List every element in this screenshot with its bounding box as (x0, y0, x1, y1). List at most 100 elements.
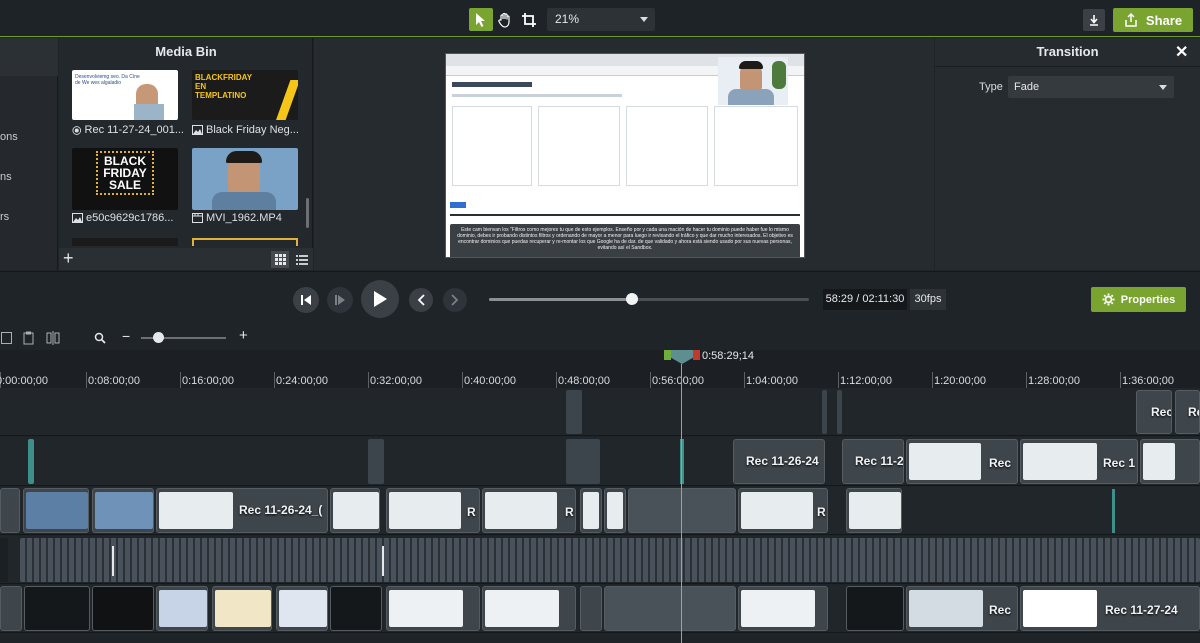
scrubber-progress (489, 298, 632, 301)
transition-type-dropdown[interactable]: Fade (1008, 76, 1174, 98)
timeline-clip[interactable]: Rec 11-2 (842, 439, 904, 484)
crop-tool-button[interactable] (517, 8, 541, 31)
transition-marker[interactable] (28, 439, 34, 484)
sidebar-item-transitions[interactable]: ns (0, 171, 12, 183)
timeline-clip[interactable] (580, 586, 602, 631)
track-edge (0, 538, 8, 582)
media-item[interactable]: BLACKFRIDAY EN TEMPLATINO Black Friday N… (192, 70, 304, 136)
timeline-clip[interactable] (386, 586, 480, 631)
media-item-label: Black Friday Neg... (206, 124, 299, 136)
previous-clip-button[interactable] (409, 288, 433, 312)
clip-label: Re (1188, 405, 1199, 419)
add-media-icon[interactable]: + (63, 249, 74, 267)
timeline-clip[interactable] (482, 586, 576, 631)
timeline-track[interactable]: Rec 11-26-24 Rec 11-2 Rec Rec 1 (0, 437, 1200, 486)
paste-icon[interactable] (23, 331, 35, 345)
timeline-clip[interactable]: R (482, 488, 576, 533)
video-preview[interactable]: Este cam bienvan los "Filtros como mejor… (445, 53, 805, 258)
ruler-tick-label: 0:56:00;00 (652, 375, 704, 387)
media-thumbnail-partial[interactable] (72, 238, 178, 246)
timeline-clip[interactable] (276, 586, 328, 631)
timeline-clip[interactable]: Rec (906, 439, 1018, 484)
timeline-clip[interactable] (23, 488, 89, 533)
timeline-clip[interactable] (628, 488, 736, 533)
zoom-dropdown[interactable]: 21% (547, 8, 655, 31)
previous-frame-button[interactable] (293, 287, 319, 313)
timeline-clip[interactable] (92, 586, 154, 631)
timeline-track[interactable] (0, 536, 1200, 584)
export-download-button[interactable] (1083, 9, 1105, 31)
timeline-clip[interactable] (604, 586, 736, 631)
copy-icon[interactable] (1, 332, 12, 344)
split-icon[interactable] (46, 331, 60, 345)
play-button[interactable] (361, 280, 399, 318)
timeline-track[interactable]: Rec 11-26-24_( R R R (0, 487, 1200, 535)
ruler-tick-label: 0:08:00;00 (88, 375, 140, 387)
list-view-button[interactable] (293, 251, 311, 268)
timeline-clip[interactable] (212, 586, 272, 631)
timeline-clip[interactable]: Re (1175, 390, 1200, 434)
media-bin-scrollbar[interactable] (306, 198, 309, 228)
timeline-clip[interactable] (330, 586, 382, 631)
timeline-clip[interactable] (0, 488, 20, 533)
select-tool-button[interactable] (469, 8, 493, 31)
timeline-clip[interactable]: Rec (1136, 390, 1172, 434)
media-item[interactable]: BLACK FRIDAY SALE e50c9629c1786... (72, 148, 184, 224)
timeline-clip-group[interactable] (20, 538, 1200, 582)
timeline-zoom-handle[interactable] (153, 332, 164, 343)
properties-button[interactable]: Properties (1091, 287, 1186, 312)
scrubber-handle[interactable] (625, 293, 638, 305)
timeline-ruler[interactable]: 0:58:29;14 0:00:00;00 0:08:00;00 0:16:00… (0, 350, 1200, 388)
media-item[interactable]: MVI_1962.MP4 (192, 148, 304, 224)
pan-tool-button[interactable] (493, 8, 517, 31)
next-clip-button[interactable] (443, 288, 467, 312)
timeline-clip[interactable] (156, 586, 208, 631)
timeline-clip[interactable]: R (386, 488, 480, 533)
grid-view-button[interactable] (271, 251, 289, 268)
sidebar-item-behaviors[interactable]: rs (0, 211, 9, 223)
clip-label: Rec 11-26-24_( (239, 503, 323, 517)
timeline-clip[interactable]: Rec 1 (1020, 439, 1138, 484)
zoom-out-button[interactable]: − (122, 328, 130, 344)
playhead-in-marker[interactable] (664, 350, 671, 360)
clip-thumbnail (741, 492, 813, 529)
next-frame-button[interactable] (327, 287, 353, 313)
timeline-clip[interactable] (846, 488, 902, 533)
media-thumbnail-selected[interactable] (192, 238, 298, 246)
recording-icon (72, 125, 82, 135)
timeline-clip[interactable] (368, 439, 384, 484)
timeline-clip[interactable] (822, 390, 827, 434)
playhead-out-marker[interactable] (693, 350, 700, 360)
timeline-clip[interactable]: Rec 11-26-24_( (156, 488, 328, 533)
playhead-handle[interactable] (671, 350, 693, 364)
timeline-track[interactable]: Rec Re (0, 388, 1200, 436)
media-item[interactable]: Desenvolviemg seo. Da Cíne de We wes alg… (72, 70, 184, 136)
timeline-clip[interactable] (92, 488, 154, 533)
timeline-clip[interactable] (566, 439, 600, 484)
timeline-clip[interactable] (24, 586, 90, 631)
timeline-clip[interactable] (846, 586, 904, 631)
close-icon[interactable]: ✕ (1175, 42, 1188, 62)
properties-panel: Transition ✕ Type Fade (935, 38, 1200, 270)
timeline-clip[interactable] (604, 488, 626, 533)
zoom-in-button[interactable]: + (239, 327, 248, 344)
timecode-display: 58:29 / 02:11:30 (823, 289, 907, 310)
sidebar-item-annotations[interactable]: ons (0, 131, 18, 143)
ruler-tick (368, 372, 369, 388)
timeline-clip[interactable] (566, 390, 582, 434)
timeline-clip[interactable]: R (738, 488, 828, 533)
timeline-track[interactable]: Rec Rec 11-27-24 (0, 585, 1200, 633)
timeline-clip[interactable] (1140, 439, 1200, 484)
timeline-clip[interactable]: Rec (906, 586, 1018, 631)
timeline-clip[interactable] (330, 488, 380, 533)
filter-panel (714, 106, 798, 186)
timeline-clip[interactable]: Rec 11-27-24 (1020, 586, 1200, 631)
timeline-clip[interactable] (580, 488, 602, 533)
timeline-clip[interactable] (0, 586, 22, 631)
timeline-clip[interactable] (738, 586, 828, 631)
ruler-tick-label: 1:20:00;00 (934, 375, 986, 387)
share-button[interactable]: Share (1113, 8, 1193, 32)
timeline-clip[interactable]: Rec 11-26-24 (733, 439, 825, 484)
timeline-clip[interactable] (837, 390, 842, 434)
transition-marker[interactable] (1112, 489, 1115, 533)
